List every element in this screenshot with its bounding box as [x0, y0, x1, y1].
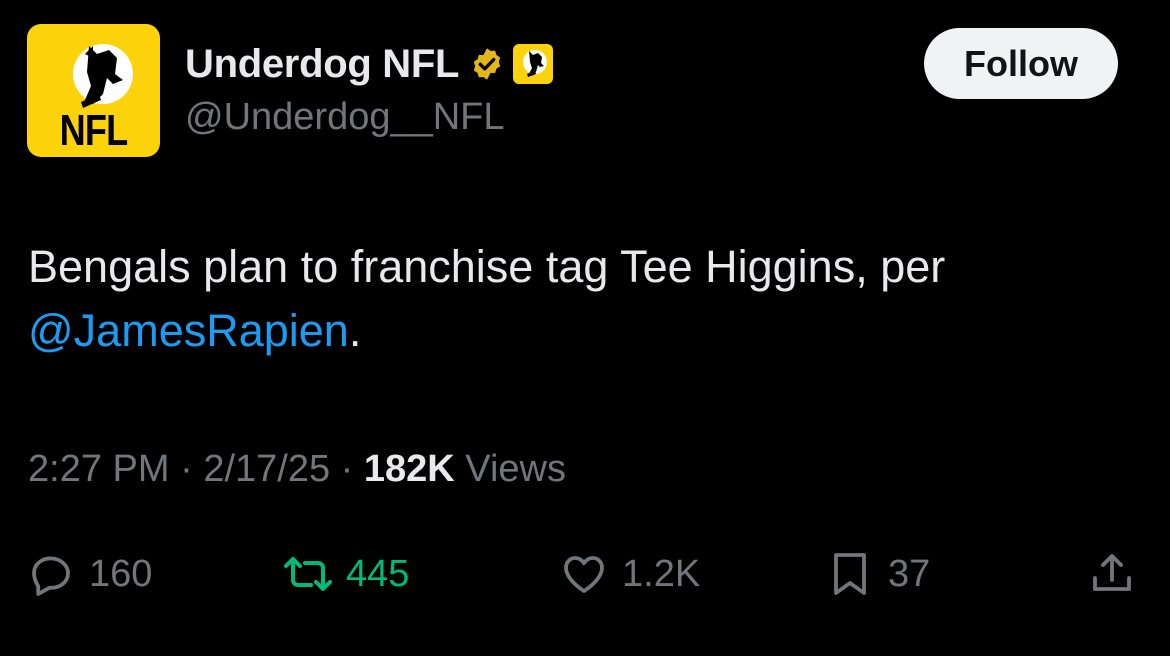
avatar[interactable]: NFL — [27, 24, 160, 157]
retweet-button[interactable]: 445 — [284, 540, 409, 608]
views-label: Views — [454, 448, 566, 490]
bookmark-button[interactable]: 37 — [826, 540, 930, 608]
reply-button[interactable]: 160 — [27, 540, 152, 608]
affiliate-dog-icon — [523, 50, 548, 77]
tweet-meta: 2:27 PM · 2/17/25 · 182K Views — [28, 448, 566, 491]
account-name-row: Underdog NFL — [185, 38, 554, 90]
tweet-text: Bengals plan to franchise tag Tee Higgin… — [28, 235, 1138, 363]
share-button[interactable] — [1088, 540, 1136, 608]
verified-badge-icon[interactable] — [469, 46, 505, 82]
share-icon — [1093, 554, 1131, 591]
heart-icon — [564, 556, 604, 593]
like-button[interactable]: 1.2K — [560, 540, 700, 608]
meta-separator: · — [330, 448, 364, 490]
bookmark-icon — [834, 553, 866, 595]
tweet-time[interactable]: 2:27 PM — [28, 448, 170, 490]
meta-separator: · — [169, 448, 204, 490]
views-count: 182K — [363, 448, 455, 490]
tweet-text-body: Bengals plan to franchise tag Tee Higgin… — [28, 241, 946, 292]
action-bar: 160 445 1.2K 37 — [0, 540, 1170, 608]
display-name[interactable]: Underdog NFL — [185, 42, 459, 87]
reply-icon — [32, 556, 70, 596]
bookmark-count: 37 — [888, 552, 931, 595]
mention-link[interactable]: @JamesRapien — [28, 305, 349, 356]
retweet-icon — [284, 557, 332, 591]
avatar-nfl-text: NFL — [59, 106, 128, 155]
account-handle[interactable]: @Underdog__NFL — [185, 96, 505, 139]
follow-button[interactable]: Follow — [924, 28, 1118, 99]
tweet-text-end: . — [348, 305, 362, 356]
like-count: 1.2K — [622, 552, 701, 595]
affiliate-badge-icon[interactable] — [513, 44, 554, 84]
reply-count: 160 — [89, 552, 153, 595]
tweet-date[interactable]: 2/17/25 — [203, 448, 330, 490]
retweet-count: 445 — [346, 552, 410, 595]
